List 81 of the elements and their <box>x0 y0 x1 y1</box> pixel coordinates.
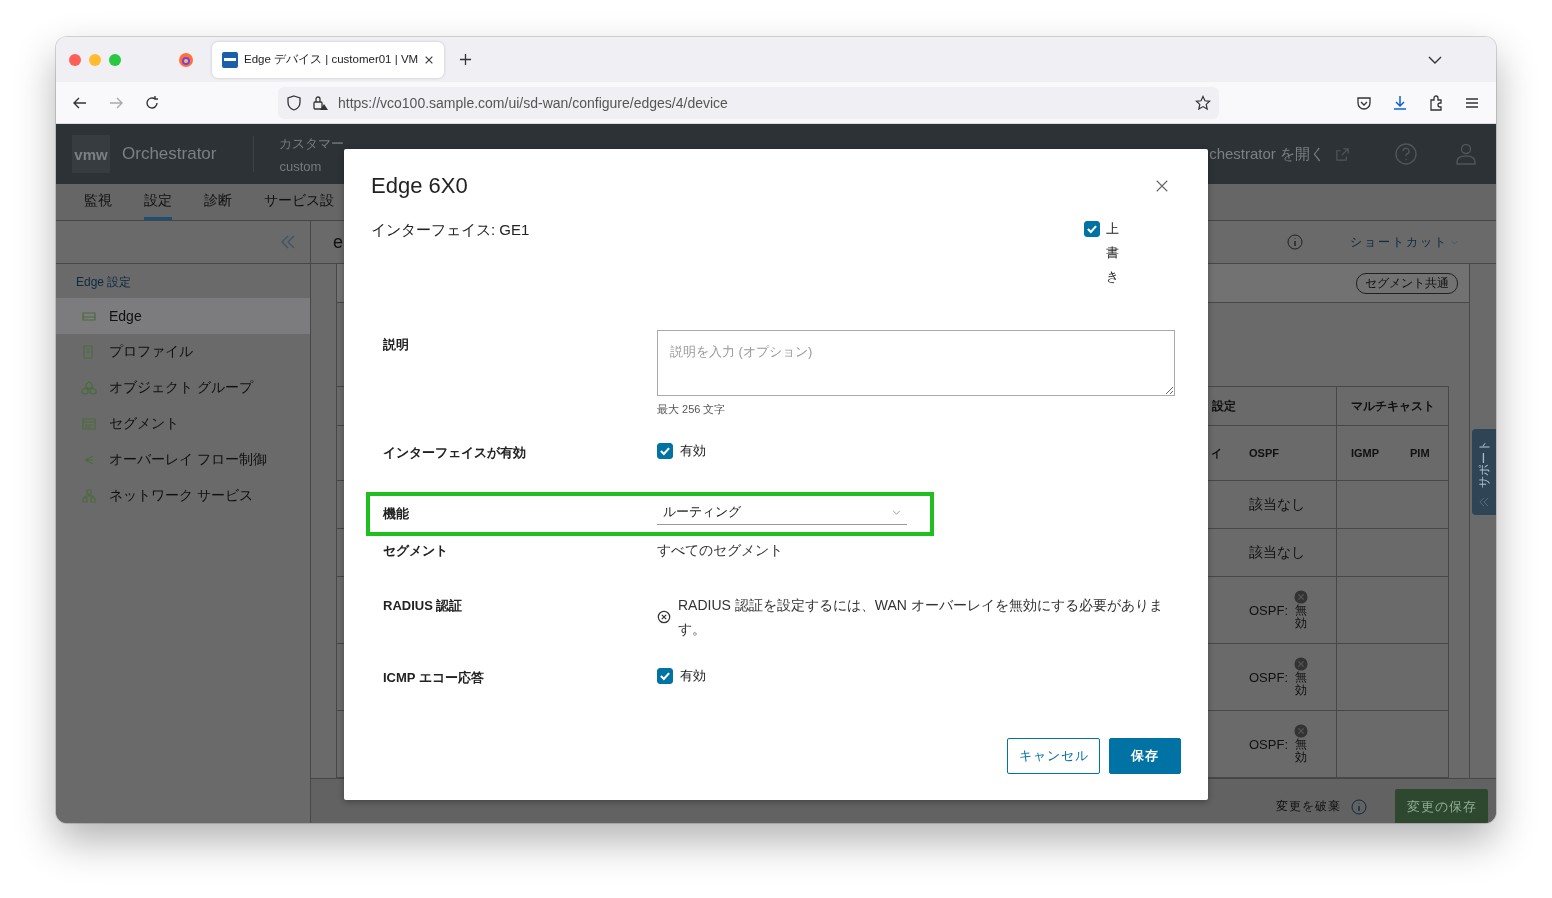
product-name: Orchestrator <box>122 144 217 164</box>
url-text: https://vco100.sample.com/ui/sd-wan/configure/edges/4/device <box>338 94 728 111</box>
nav-tab[interactable]: 診断 <box>204 184 232 220</box>
info-icon[interactable] <box>1287 234 1303 250</box>
page-title: e <box>333 231 343 253</box>
address-bar[interactable]: https://vco100.sample.com/ui/sd-wan/configure/edges/4/device <box>278 86 1219 119</box>
expand-icon <box>1479 497 1489 507</box>
dialog-title: Edge 6X0 <box>371 173 468 199</box>
open-link[interactable]: chestrator を開く <box>1209 144 1325 164</box>
tab-list-icon[interactable] <box>1428 55 1442 64</box>
close-tab-icon[interactable] <box>424 54 435 65</box>
checkbox[interactable] <box>657 668 673 684</box>
close-icon[interactable] <box>1155 179 1169 193</box>
support-tab[interactable]: サポート <box>1472 429 1496 515</box>
disabled-icon <box>1294 723 1308 738</box>
table-cell: OSPF: <box>1249 602 1288 618</box>
field-label: ICMP エコー応答 <box>383 669 485 687</box>
disabled-icon <box>1294 589 1308 604</box>
browser-logo-icon <box>178 51 194 68</box>
override-checkbox[interactable] <box>1084 221 1100 237</box>
sidebar-item[interactable]: プロファイル <box>56 334 310 370</box>
segment-badge: セグメント共通 <box>1356 272 1458 294</box>
field-label: 説明 <box>383 336 410 354</box>
reload-icon[interactable] <box>144 94 160 111</box>
save-button[interactable]: 保存 <box>1109 738 1181 774</box>
interface-title: インターフェイス: GE1 <box>371 221 530 240</box>
cancel-button[interactable]: キャンセル <box>1007 738 1100 774</box>
logo: vmw <box>72 135 110 173</box>
customer-name: custom <box>279 158 323 174</box>
disabled-icon <box>1294 656 1308 671</box>
function-select[interactable]: ルーティング <box>657 503 907 525</box>
site-favicon-icon <box>222 51 238 68</box>
pocket-icon[interactable] <box>1356 94 1372 111</box>
sidebar-item[interactable]: ネットワーク サービス <box>56 478 310 514</box>
table-cell: OSPF: <box>1249 669 1288 685</box>
network-icon <box>81 488 97 504</box>
discard-link[interactable]: 変更を破棄 <box>1276 798 1341 815</box>
shield-icon <box>286 94 302 111</box>
field-label: セグメント <box>383 542 449 560</box>
status-text: 無効 <box>1295 603 1307 631</box>
table-cell: 該当なし <box>1249 495 1305 514</box>
list-icon <box>81 416 97 432</box>
sidebar-item[interactable]: オブジェクト グループ <box>56 370 310 406</box>
nav-tab[interactable]: 監視 <box>84 184 112 220</box>
save-changes-button[interactable]: 変更の保存 <box>1395 788 1488 823</box>
field-value: すべてのセグメント <box>657 542 784 560</box>
status-text: 無効 <box>1295 670 1307 698</box>
table-cell: 該当なし <box>1249 543 1305 562</box>
field-label: 機能 <box>383 505 410 523</box>
tab-title: Edge デバイス | customer01 | VM <box>244 52 419 67</box>
shortcuts-menu[interactable]: ショートカット <box>1350 233 1448 251</box>
chevron-down-icon <box>892 509 901 515</box>
nav-tab[interactable]: サービス設 <box>264 184 334 220</box>
field-label: RADIUS 認証 <box>383 597 464 615</box>
error-icon <box>657 610 671 624</box>
field-hint: 最大 256 文字 <box>657 402 727 417</box>
column-header: PIM <box>1396 426 1448 481</box>
column-header: IGMP <box>1336 426 1396 481</box>
puzzle-icon[interactable] <box>1428 94 1444 111</box>
field-label: インターフェイスが有効 <box>383 444 527 462</box>
table-cell: OSPF: <box>1249 736 1288 752</box>
close-window-button[interactable] <box>69 53 81 66</box>
cubes-icon <box>81 380 97 396</box>
description-field[interactable]: 説明を入力 (オプション) <box>657 330 1175 396</box>
column-group-header: マルチキャスト <box>1336 386 1448 426</box>
download-icon[interactable] <box>1392 94 1408 111</box>
checkbox-label: 有効 <box>680 442 706 460</box>
checkbox-label: 有効 <box>680 667 706 685</box>
sidebar-heading: Edge 設定 <box>76 274 133 291</box>
status-text: 無効 <box>1295 737 1307 765</box>
column-header: OSPF <box>1236 426 1336 481</box>
checkbox[interactable] <box>657 443 673 459</box>
sidebar-item[interactable]: セグメント <box>56 406 310 442</box>
browser-tab[interactable]: Edge デバイス | customer01 | VM <box>212 41 445 78</box>
sidebar-item[interactable]: オーバーレイ フロー制御 <box>56 442 310 478</box>
lock-warning-icon <box>312 94 328 111</box>
bookmark-star-icon[interactable] <box>1195 94 1211 111</box>
error-message: RADIUS 認証を設定するには、WAN オーバーレイを無効にする必要があります。 <box>678 596 1164 639</box>
sidebar-item[interactable]: Edge <box>56 298 310 334</box>
new-tab-icon[interactable] <box>459 53 473 66</box>
override-label: 上書き <box>1106 220 1119 286</box>
